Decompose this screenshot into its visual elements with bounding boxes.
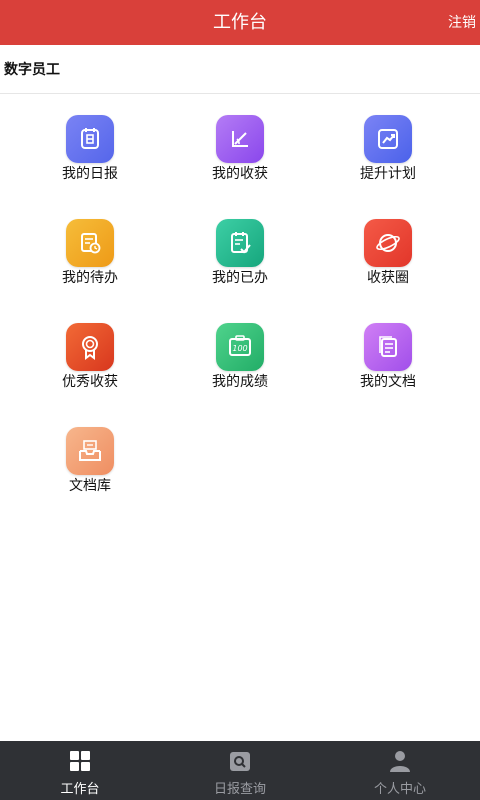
documents-icon — [364, 323, 412, 371]
top-bar: 工作台 注销 — [0, 0, 480, 45]
grid-item-label: 我的成绩 — [212, 374, 268, 390]
grid-item-label: 我的待办 — [62, 270, 118, 286]
harvest-icon — [216, 115, 264, 163]
grid-item-excellent-harvest[interactable]: 优秀收获 — [30, 301, 150, 391]
harvest-circle-icon — [364, 219, 412, 267]
tab-workbench[interactable]: 工作台 — [0, 741, 160, 800]
document-library-icon — [66, 427, 114, 475]
grid-item-harvest[interactable]: 我的收获 — [180, 93, 300, 183]
grid-item-label: 我的日报 — [62, 166, 118, 182]
daily-report-icon — [66, 115, 114, 163]
person-icon — [388, 749, 412, 773]
improvement-plan-icon — [364, 115, 412, 163]
tab-label: 个人中心 — [373, 782, 426, 797]
done-icon — [216, 219, 264, 267]
grid-item-label: 优秀收获 — [62, 374, 118, 390]
tab-personal-center[interactable]: 个人中心 — [320, 741, 480, 800]
logout-button[interactable]: 注销 — [448, 0, 480, 45]
grid-item-document-library[interactable]: 文档库 — [30, 405, 150, 495]
grid-item-harvest-circle[interactable]: 收获圈 — [328, 197, 448, 287]
grid-item-done[interactable]: 我的已办 — [180, 197, 300, 287]
tab-label: 工作台 — [60, 782, 100, 797]
tab-report-query[interactable]: 日报查询 — [160, 741, 320, 800]
grid-icon — [68, 749, 92, 773]
grid-item-daily-report[interactable]: 我的日报 — [30, 93, 150, 183]
grid-item-todo[interactable]: 我的待办 — [30, 197, 150, 287]
excellent-harvest-icon — [66, 323, 114, 371]
svg-text:100: 100 — [232, 344, 247, 353]
page-title: 工作台 — [213, 12, 267, 33]
grid-item-label: 文档库 — [69, 478, 111, 494]
section-title: 数字员工 — [4, 62, 60, 78]
grid-item-label: 收获圈 — [367, 270, 409, 286]
grid-item-documents[interactable]: 我的文档 — [328, 301, 448, 391]
search-report-icon — [228, 749, 252, 773]
tab-label: 日报查询 — [213, 782, 266, 797]
grid-item-label: 提升计划 — [360, 166, 416, 182]
bottom-tab-bar: 工作台 日报查询 个人中心 — [0, 741, 480, 800]
grid-item-label: 我的文档 — [360, 374, 416, 390]
todo-icon — [66, 219, 114, 267]
score-icon: 100 — [216, 323, 264, 371]
grid-item-label: 我的已办 — [212, 270, 268, 286]
grid-item-improvement-plan[interactable]: 提升计划 — [328, 93, 448, 183]
grid-item-label: 我的收获 — [212, 166, 268, 182]
grid-item-score[interactable]: 100 我的成绩 — [180, 301, 300, 391]
section-header: 数字员工 — [0, 45, 480, 94]
